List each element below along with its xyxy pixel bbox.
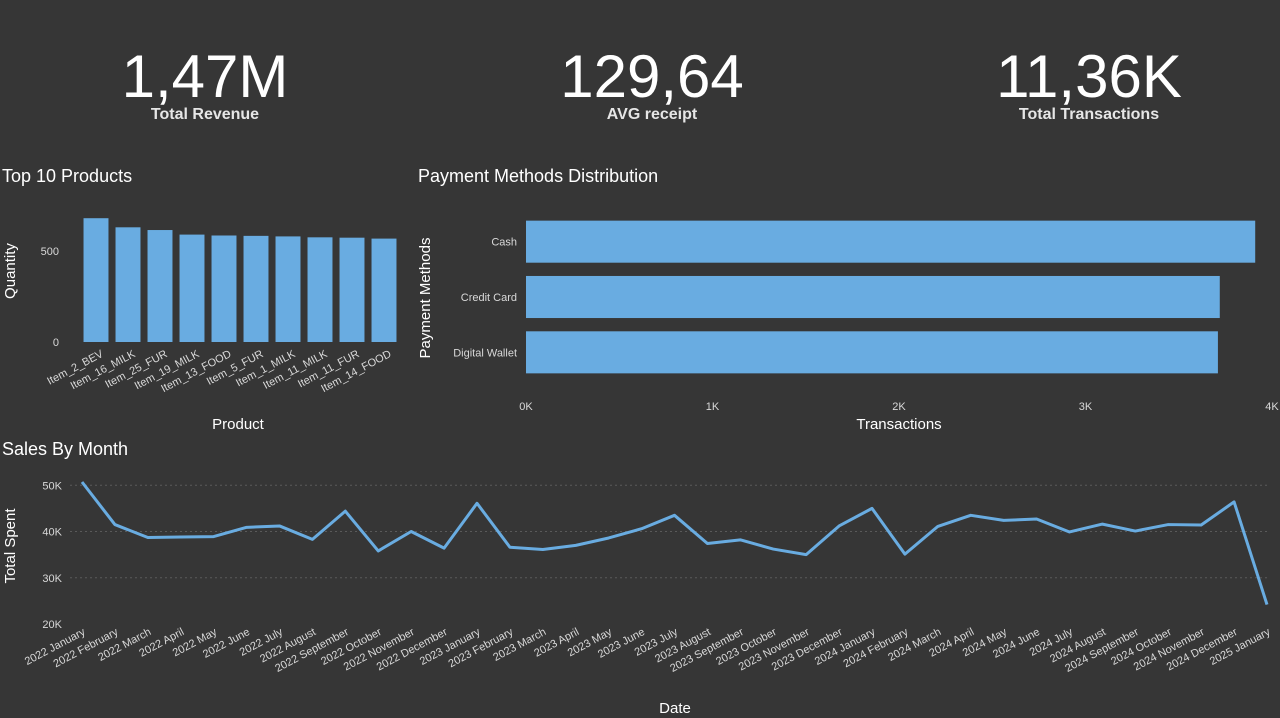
y-axis-title: Total Spent (2, 508, 19, 584)
y-tick-label: 20K (42, 619, 62, 631)
y-tick-label: 40K (42, 527, 62, 539)
sales-line (80, 481, 1269, 606)
sales-by-month-chart: 20K30K40K50K2022 January2022 February202… (2, 480, 1273, 717)
y-tick-label: 50K (42, 480, 62, 492)
y-tick-label: 30K (42, 573, 62, 585)
x-axis-title: Date (659, 700, 691, 717)
